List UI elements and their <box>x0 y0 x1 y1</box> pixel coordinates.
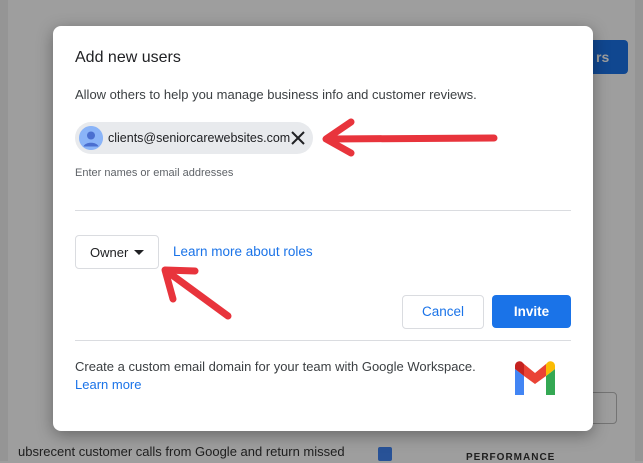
learn-more-roles-link[interactable]: Learn more about roles <box>173 244 313 259</box>
role-dropdown[interactable]: Owner <box>75 235 159 269</box>
chip-email: clients@seniorcarewebsites.com <box>108 131 291 145</box>
dialog-subtitle: Allow others to help you manage business… <box>75 87 477 102</box>
cancel-button[interactable]: Cancel <box>402 295 484 329</box>
workspace-promo: Create a custom email domain for your te… <box>75 358 505 394</box>
add-users-dialog: Add new users Allow others to help you m… <box>53 26 593 431</box>
role-selected-value: Owner <box>90 245 129 260</box>
workspace-text: Create a custom email domain for your te… <box>75 359 476 374</box>
divider <box>75 340 571 341</box>
gmail-logo-icon <box>511 361 559 397</box>
close-icon[interactable] <box>288 128 308 148</box>
workspace-learn-more-link[interactable]: Learn more <box>75 377 141 392</box>
caret-down-icon <box>134 250 144 255</box>
person-avatar-icon <box>79 126 103 150</box>
dialog-title: Add new users <box>75 49 181 66</box>
email-chip[interactable]: clients@seniorcarewebsites.com <box>75 122 313 154</box>
input-hint: Enter names or email addresses <box>75 167 234 179</box>
divider <box>75 210 571 211</box>
invite-button[interactable]: Invite <box>492 295 571 328</box>
